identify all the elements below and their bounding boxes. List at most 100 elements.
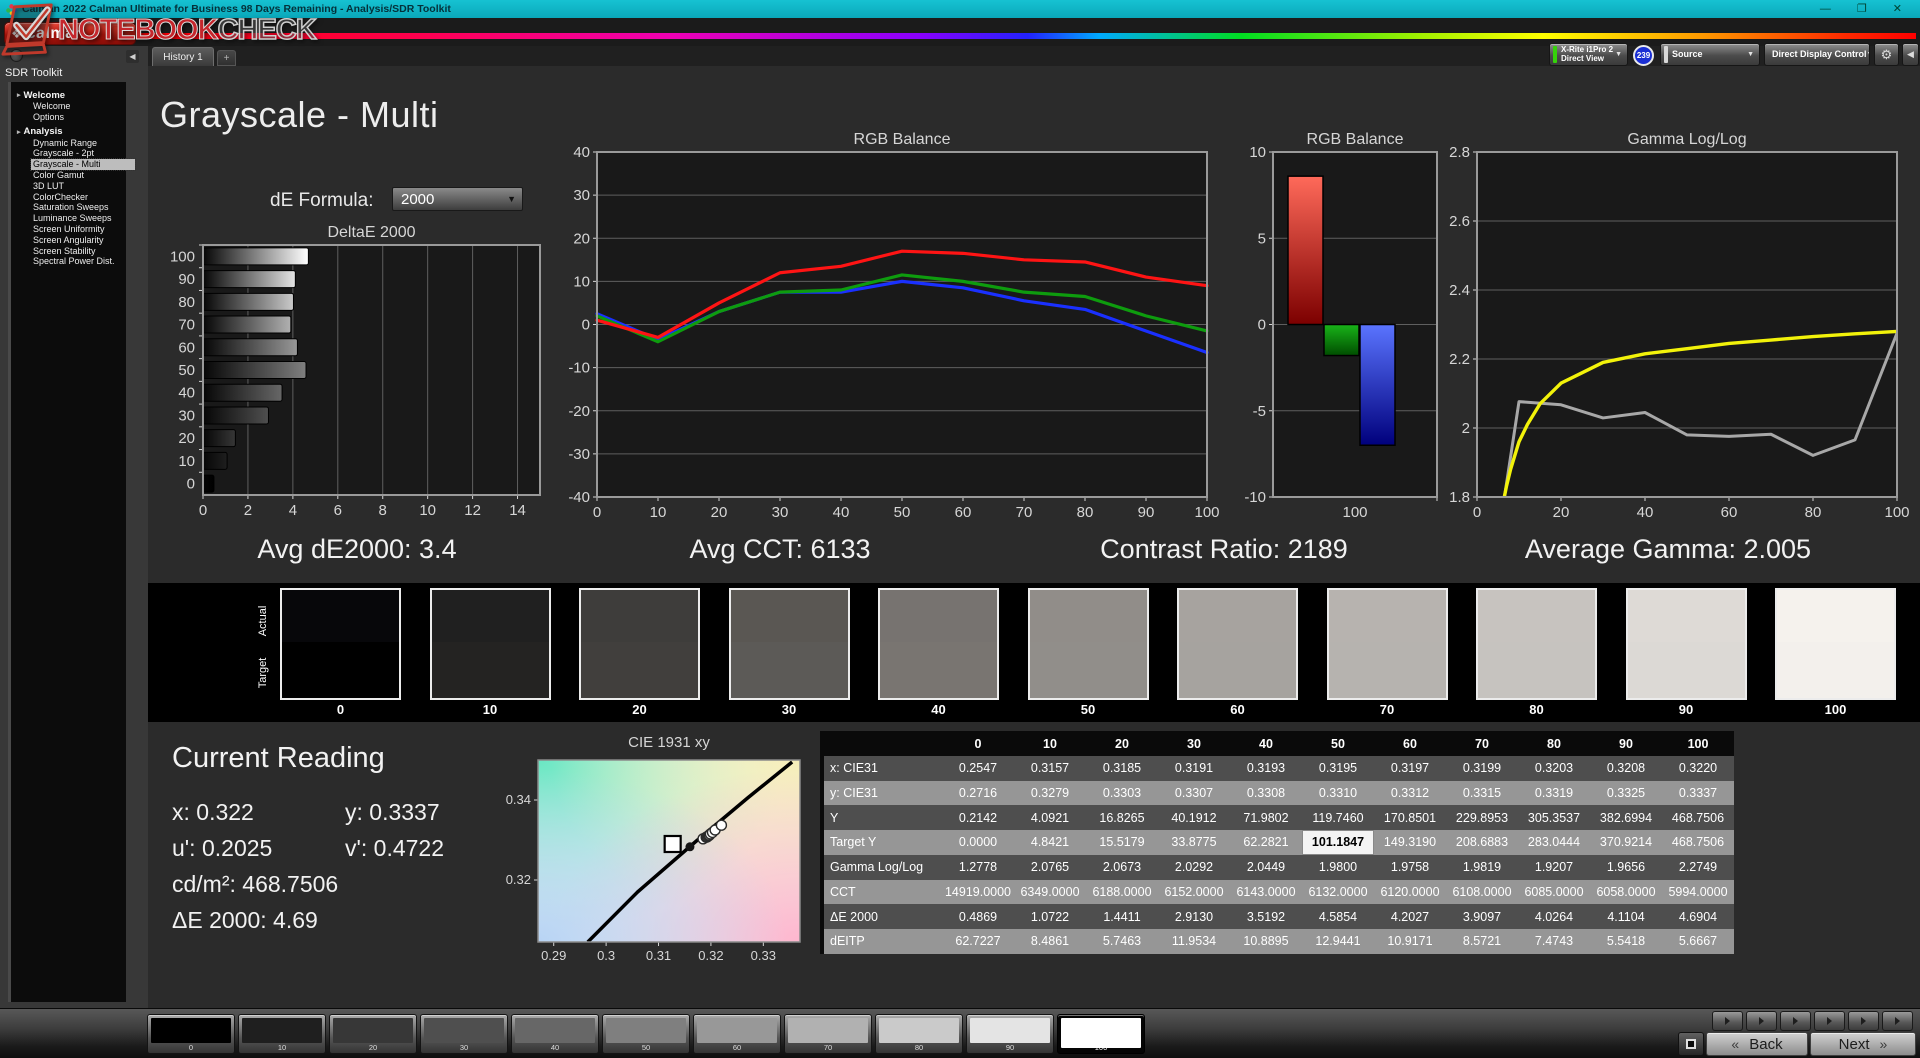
transport-button[interactable] (1882, 1011, 1913, 1031)
pattern-button-20[interactable]: 20 (329, 1014, 417, 1054)
svg-text:40: 40 (178, 385, 195, 402)
de-formula-dropdown[interactable]: 2000 ▼ (392, 187, 523, 211)
sidebar-item-saturation-sweeps[interactable]: Saturation Sweeps (11, 202, 126, 213)
sidebar-item-welcome[interactable]: Welcome (11, 101, 126, 112)
expander-icon[interactable]: ▸ (17, 91, 21, 99)
gray-swatch-30 (728, 588, 850, 700)
table-cell: 101.1847 (1302, 830, 1374, 855)
pattern-swatch (697, 1018, 777, 1043)
sidebar-item-options[interactable]: Options (11, 112, 126, 123)
reading-de2000-value: 4.69 (273, 907, 318, 933)
svg-text:40: 40 (573, 144, 590, 161)
svg-text:0.34: 0.34 (506, 792, 531, 807)
pattern-button-10[interactable]: 10 (238, 1014, 326, 1054)
table-cell: 2.0673 (1086, 854, 1158, 880)
pattern-button-0[interactable]: 0 (147, 1014, 235, 1054)
pattern-button-40[interactable]: 40 (511, 1014, 599, 1054)
swatch-target (1179, 641, 1296, 698)
table-cell: 0.2716 (942, 780, 1014, 806)
pattern-button-80[interactable]: 80 (875, 1014, 963, 1054)
sidebar-item-spectral-power-dist[interactable]: Spectral Power Dist. (11, 256, 126, 267)
tree-group-analysis[interactable]: ▸ Analysis (11, 126, 126, 138)
main-content: Grayscale - Multi dE Formula: 2000 ▼ Del… (148, 66, 1920, 1008)
table-cell: 0.3325 (1590, 780, 1662, 806)
pattern-swatch (242, 1018, 322, 1043)
table-cell: 229.8953 (1446, 805, 1518, 830)
svg-text:-5: -5 (1253, 403, 1266, 420)
svg-text:2.6: 2.6 (1449, 213, 1470, 230)
sidebar-item-grayscale-multi[interactable]: Grayscale - Multi (30, 158, 136, 171)
notebookcheck-logo-icon (1, 3, 53, 56)
sidebar-item-luminance-sweeps[interactable]: Luminance Sweeps (11, 213, 126, 224)
deltae-bar-30 (202, 406, 269, 425)
reading-cdm2-value: 468.7506 (242, 871, 339, 897)
transport-button[interactable] (1780, 1011, 1811, 1031)
reading-u-value: 0.2025 (201, 835, 273, 861)
swatch-level-label: 60 (1230, 702, 1245, 717)
sidebar-item-screen-stability[interactable]: Screen Stability (11, 246, 126, 257)
table-cell: 4.0264 (1518, 904, 1590, 929)
table-cell: 468.7506 (1662, 830, 1734, 855)
tree-group-label: Welcome (23, 89, 66, 101)
table-cell: 33.8775 (1158, 830, 1230, 855)
svg-text:60: 60 (1721, 504, 1738, 520)
pattern-label: 60 (732, 1043, 742, 1052)
swatch-actual (282, 590, 399, 642)
sidebar-item-dynamic-range[interactable]: Dynamic Range (11, 138, 126, 149)
table-col-header-90: 90 (1590, 731, 1662, 757)
play-icon (1861, 1017, 1866, 1025)
sidebar-item-color-gamut[interactable]: Color Gamut (11, 170, 126, 181)
table-cell: 0.3220 (1662, 755, 1734, 781)
next-button[interactable]: Next » (1810, 1032, 1916, 1056)
transport-button[interactable] (1848, 1011, 1879, 1031)
gray-swatch-50 (1027, 588, 1149, 700)
stop-button[interactable] (1678, 1032, 1704, 1056)
pattern-button-50[interactable]: 50 (602, 1014, 690, 1054)
table-cell: 1.9800 (1302, 854, 1374, 880)
expander-icon[interactable]: ▸ (17, 128, 21, 136)
swatch-level-label: 40 (931, 702, 946, 717)
back-button[interactable]: « Back (1706, 1032, 1808, 1056)
pattern-button-90[interactable]: 90 (966, 1014, 1054, 1054)
table-cell: 7.4743 (1518, 929, 1590, 954)
swatch-level-label: 100 (1824, 702, 1847, 717)
deltae-bar-60 (202, 338, 298, 357)
sidebar-item-grayscale-2pt[interactable]: Grayscale - 2pt (11, 148, 126, 159)
pattern-button-30[interactable]: 30 (420, 1014, 508, 1054)
table-cell: 2.0449 (1230, 854, 1302, 880)
transport-button[interactable] (1814, 1011, 1845, 1031)
reading-y-label: y: (345, 799, 363, 825)
transport-button[interactable] (1712, 1011, 1743, 1031)
reading-cdm2-label: cd/m²: (172, 871, 236, 897)
cie-1931-chart: CIE 1931 xy 0.29 0.3 0.31 0.32 0.33 0.32 0.34 (430, 731, 828, 971)
pattern-button-70[interactable]: 70 (784, 1014, 872, 1054)
svg-text:30: 30 (573, 187, 590, 204)
svg-text:-10: -10 (568, 360, 590, 377)
sidebar-item-colorchecker[interactable]: ColorChecker (11, 192, 126, 203)
gray-swatch-80 (1476, 588, 1597, 700)
swatch-actual (1328, 590, 1446, 642)
transport-button[interactable] (1746, 1011, 1777, 1031)
table-cell: 14919.0000 (942, 879, 1014, 905)
pattern-button-100[interactable]: 100 (1057, 1014, 1145, 1054)
table-col-header-50: 50 (1302, 731, 1374, 757)
sidebar-item-screen-uniformity[interactable]: Screen Uniformity (11, 224, 126, 235)
svg-text:5: 5 (1258, 230, 1266, 247)
svg-text:20: 20 (178, 430, 195, 447)
sidebar-item-screen-angularity[interactable]: Screen Angularity (11, 235, 126, 246)
table-cell: 0.0000 (942, 830, 1014, 855)
table-cell: 0.3319 (1518, 780, 1590, 806)
pattern-swatch (788, 1018, 868, 1043)
table-cell: 40.1912 (1158, 805, 1230, 830)
pattern-button-60[interactable]: 60 (693, 1014, 781, 1054)
table-cell: 5994.0000 (1662, 879, 1734, 905)
sidebar-item-3d-lut[interactable]: 3D LUT (11, 181, 126, 192)
svg-text:100: 100 (170, 248, 195, 265)
gray-swatch-70 (1326, 588, 1448, 700)
svg-text:50: 50 (178, 362, 195, 379)
svg-text:0.32: 0.32 (506, 872, 531, 887)
tree-group-welcome[interactable]: ▸ Welcome (11, 89, 126, 101)
svg-text:CIE 1931 xy: CIE 1931 xy (628, 734, 710, 751)
table-cell: 4.8421 (1014, 830, 1086, 855)
svg-text:-40: -40 (568, 489, 590, 506)
